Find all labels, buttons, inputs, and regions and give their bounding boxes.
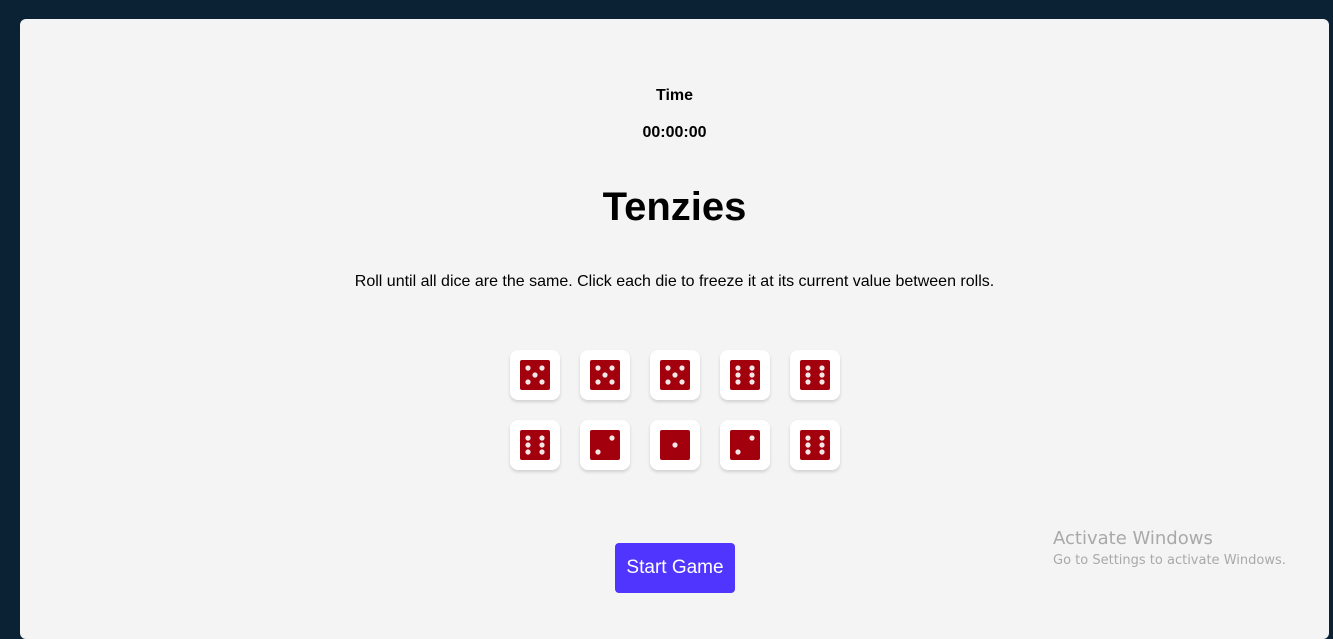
die-pip <box>805 372 811 378</box>
die-pip <box>805 449 811 455</box>
die-pip <box>595 379 601 385</box>
die-1[interactable] <box>510 350 560 400</box>
die-pip <box>525 442 531 448</box>
die-5[interactable] <box>790 350 840 400</box>
die-2[interactable] <box>580 350 630 400</box>
activate-windows-watermark: Activate Windows Go to Settings to activ… <box>1053 528 1286 568</box>
watermark-subtitle: Go to Settings to activate Windows. <box>1053 553 1286 568</box>
die-pip <box>819 449 825 455</box>
die-face-6-icon <box>520 430 550 460</box>
die-pip <box>532 372 538 378</box>
page-title: Tenzies <box>602 185 747 229</box>
die-pip <box>819 442 825 448</box>
die-pip <box>805 442 811 448</box>
die-face-6-icon <box>800 430 830 460</box>
die-face-1-icon <box>660 430 690 460</box>
die-pip <box>749 435 755 441</box>
die-pip <box>539 442 545 448</box>
die-face-6-icon <box>800 360 830 390</box>
die-pip <box>735 365 741 371</box>
die-10[interactable] <box>790 420 840 470</box>
die-face-6-icon <box>730 360 760 390</box>
die-pip <box>539 379 545 385</box>
die-pip <box>672 372 678 378</box>
instructions-text: Roll until all dice are the same. Click … <box>354 273 995 290</box>
timer-label: Time <box>655 87 694 104</box>
die-pip <box>735 379 741 385</box>
die-pip <box>539 365 545 371</box>
die-pip <box>665 365 671 371</box>
die-pip <box>735 372 741 378</box>
die-pip <box>805 365 811 371</box>
die-pip <box>749 379 755 385</box>
die-pip <box>595 449 601 455</box>
die-pip <box>819 379 825 385</box>
die-pip <box>525 379 531 385</box>
die-pip <box>609 365 615 371</box>
die-pip <box>525 449 531 455</box>
die-pip <box>539 449 545 455</box>
die-pip <box>819 435 825 441</box>
die-8[interactable] <box>650 420 700 470</box>
die-4[interactable] <box>720 350 770 400</box>
die-pip <box>525 435 531 441</box>
die-pip <box>749 372 755 378</box>
die-face-5-icon <box>660 360 690 390</box>
timer-value: 00:00:00 <box>642 124 707 141</box>
die-face-5-icon <box>590 360 620 390</box>
die-7[interactable] <box>580 420 630 470</box>
die-pip <box>805 379 811 385</box>
die-pip <box>679 379 685 385</box>
die-pip <box>525 365 531 371</box>
dice-grid <box>510 350 840 470</box>
die-face-2-icon <box>590 430 620 460</box>
die-face-2-icon <box>730 430 760 460</box>
die-face-5-icon <box>520 360 550 390</box>
die-6[interactable] <box>510 420 560 470</box>
die-pip <box>595 365 601 371</box>
die-3[interactable] <box>650 350 700 400</box>
start-game-button[interactable]: Start Game <box>615 543 735 593</box>
die-pip <box>805 435 811 441</box>
die-pip <box>749 365 755 371</box>
die-pip <box>665 379 671 385</box>
die-pip <box>539 435 545 441</box>
die-pip <box>609 379 615 385</box>
die-pip <box>609 435 615 441</box>
die-pip <box>819 365 825 371</box>
die-pip <box>819 372 825 378</box>
watermark-title: Activate Windows <box>1053 528 1213 549</box>
die-pip <box>672 442 678 448</box>
die-pip <box>602 372 608 378</box>
die-9[interactable] <box>720 420 770 470</box>
die-pip <box>735 449 741 455</box>
die-pip <box>679 365 685 371</box>
